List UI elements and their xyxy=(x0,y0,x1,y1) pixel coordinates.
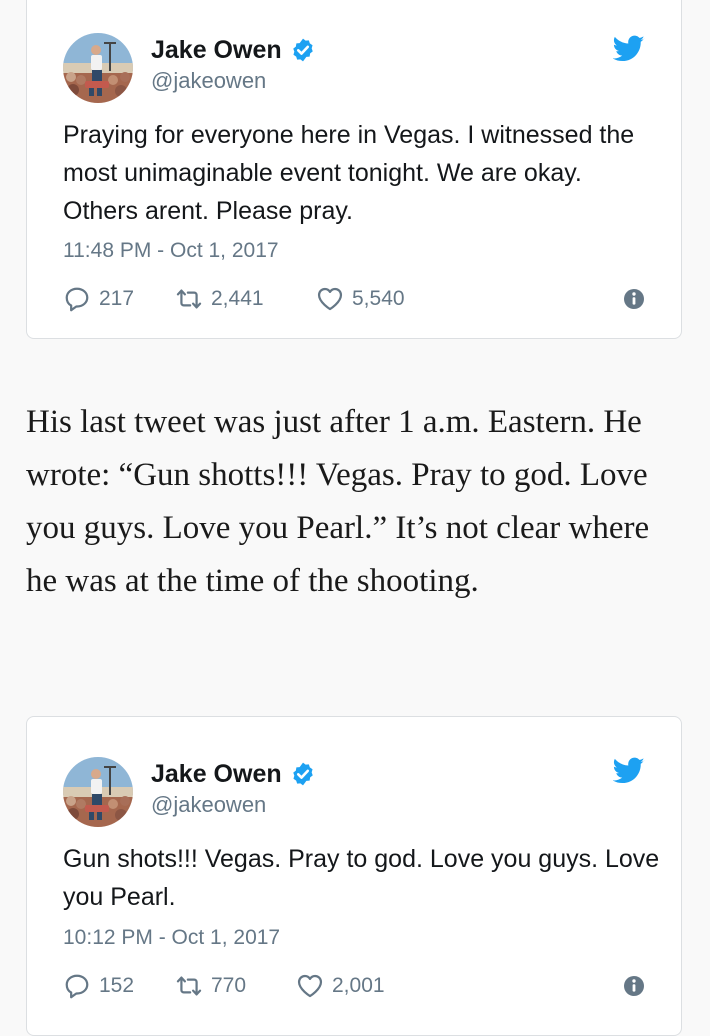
heart-icon xyxy=(316,285,344,313)
reply-count: 217 xyxy=(99,287,135,310)
twitter-bird-icon[interactable] xyxy=(613,35,645,63)
verified-badge-icon xyxy=(290,761,316,787)
tweet-card[interactable]: Jake Owen @jakeowen Gun shots!!! Vegas. … xyxy=(26,716,682,1036)
author-handle[interactable]: @jakeowen xyxy=(151,792,266,818)
reply-icon xyxy=(63,972,91,1000)
retweet-button[interactable]: 770 xyxy=(175,970,246,1002)
retweet-icon xyxy=(175,285,203,313)
tweet-card[interactable]: Jake Owen @jakeowen Praying for everyone… xyxy=(26,0,682,339)
like-button[interactable]: 5,540 xyxy=(316,283,405,315)
heart-icon xyxy=(296,972,324,1000)
reply-button[interactable]: 152 xyxy=(63,970,134,1002)
retweet-count: 2,441 xyxy=(211,287,264,310)
tweet-timestamp[interactable]: 11:48 PM - Oct 1, 2017 xyxy=(63,238,279,264)
author-name-row: Jake Owen xyxy=(151,759,316,789)
author-handle[interactable]: @jakeowen xyxy=(151,68,266,94)
tweet-actions: 152 770 2,001 xyxy=(63,970,645,1002)
tweet-text: Gun shots!!! Vegas. Pray to god. Love yo… xyxy=(63,845,660,911)
reply-button[interactable]: 217 xyxy=(63,283,134,315)
author-name[interactable]: Jake Owen xyxy=(151,35,282,65)
like-count: 5,540 xyxy=(352,287,405,310)
tweet-actions: 217 2,441 5,540 xyxy=(63,283,645,315)
reply-icon xyxy=(63,285,91,313)
retweet-count: 770 xyxy=(211,974,247,997)
author-name[interactable]: Jake Owen xyxy=(151,759,282,789)
author-name-row: Jake Owen xyxy=(151,35,316,65)
avatar[interactable] xyxy=(63,33,133,103)
like-button[interactable]: 2,001 xyxy=(296,970,385,1002)
article-paragraph: His last tweet was just after 1 a.m. Eas… xyxy=(26,404,650,599)
info-icon[interactable] xyxy=(623,288,645,310)
tweet-text: Praying for everyone here in Vegas. I wi… xyxy=(63,121,635,225)
tweet-timestamp[interactable]: 10:12 PM - Oct 1, 2017 xyxy=(63,925,280,951)
retweet-button[interactable]: 2,441 xyxy=(175,283,264,315)
retweet-icon xyxy=(175,972,203,1000)
reply-count: 152 xyxy=(99,974,135,997)
avatar[interactable] xyxy=(63,757,133,827)
verified-badge-icon xyxy=(290,37,316,63)
info-icon[interactable] xyxy=(623,975,645,997)
like-count: 2,001 xyxy=(332,974,385,997)
twitter-bird-icon[interactable] xyxy=(613,757,645,785)
